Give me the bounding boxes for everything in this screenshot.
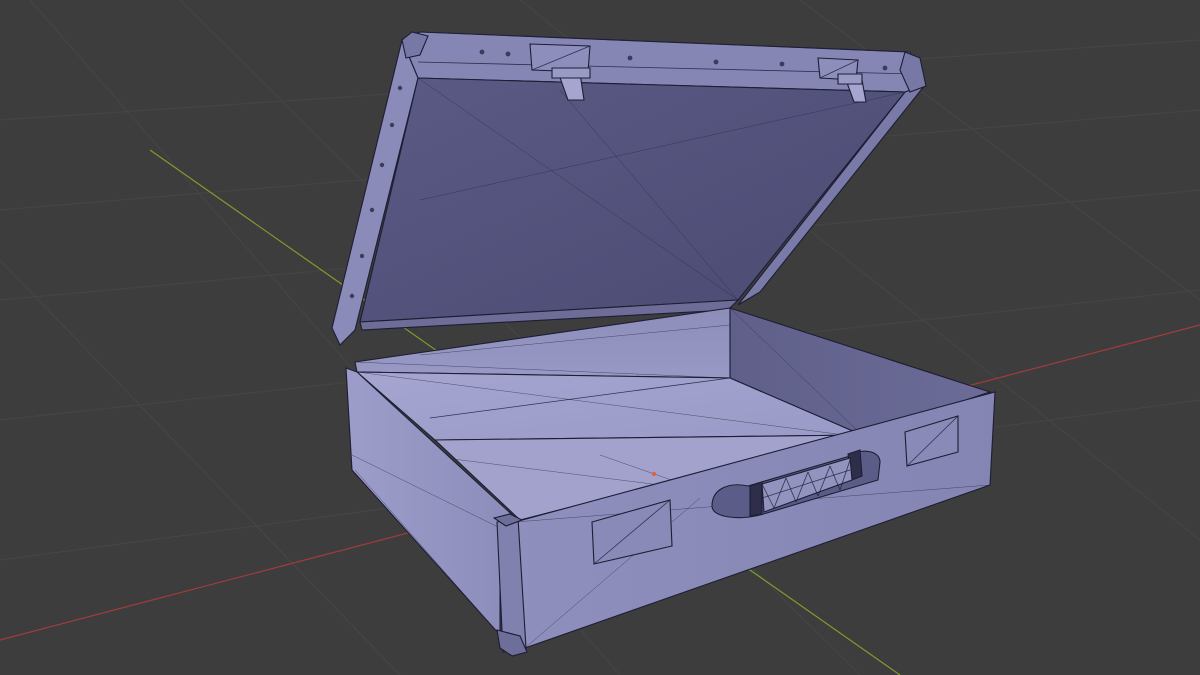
suitcase-lid[interactable] (331, 31, 927, 346)
viewport-canvas[interactable] (0, 0, 1200, 675)
object-origin-marker (652, 472, 656, 476)
suitcase-base[interactable] (345, 307, 996, 657)
3d-viewport[interactable] (0, 0, 1200, 675)
